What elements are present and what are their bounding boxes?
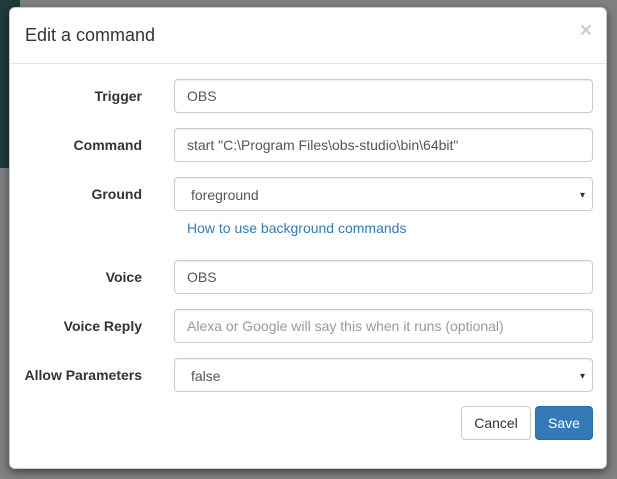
voice-label: Voice	[105, 269, 142, 285]
command-label: Command	[73, 137, 142, 153]
chevron-down-icon: ▾	[579, 190, 585, 201]
cancel-button[interactable]: Cancel	[461, 406, 531, 440]
command-input[interactable]: start "C:\Program Files\obs-studio\bin\6…	[174, 128, 593, 162]
voice-input[interactable]: OBS	[174, 260, 593, 294]
chevron-down-icon: ▾	[579, 371, 585, 382]
voice-reply-input[interactable]: Alexa or Google will say this when it ru…	[174, 309, 593, 343]
trigger-input[interactable]: OBS	[174, 79, 593, 113]
ground-select-value: foreground	[191, 187, 259, 203]
close-icon[interactable]: ×	[580, 20, 592, 41]
allow-parameters-label: Allow Parameters	[24, 367, 143, 383]
edit-command-dialog: Edit a command × Trigger OBS Command sta…	[9, 7, 607, 469]
ground-select[interactable]: foreground ▾	[174, 177, 593, 211]
ground-label: Ground	[91, 186, 142, 202]
voice-reply-label: Voice Reply	[63, 318, 142, 334]
modal-title: Edit a command	[25, 25, 156, 45]
background-commands-help-link[interactable]: How to use background commands	[187, 218, 406, 238]
modal-header: Edit a command ×	[10, 8, 606, 64]
trigger-label: Trigger	[94, 88, 142, 104]
save-button[interactable]: Save	[535, 406, 593, 440]
allow-parameters-select-value: false	[191, 368, 221, 384]
allow-parameters-select[interactable]: false ▾	[174, 358, 593, 392]
